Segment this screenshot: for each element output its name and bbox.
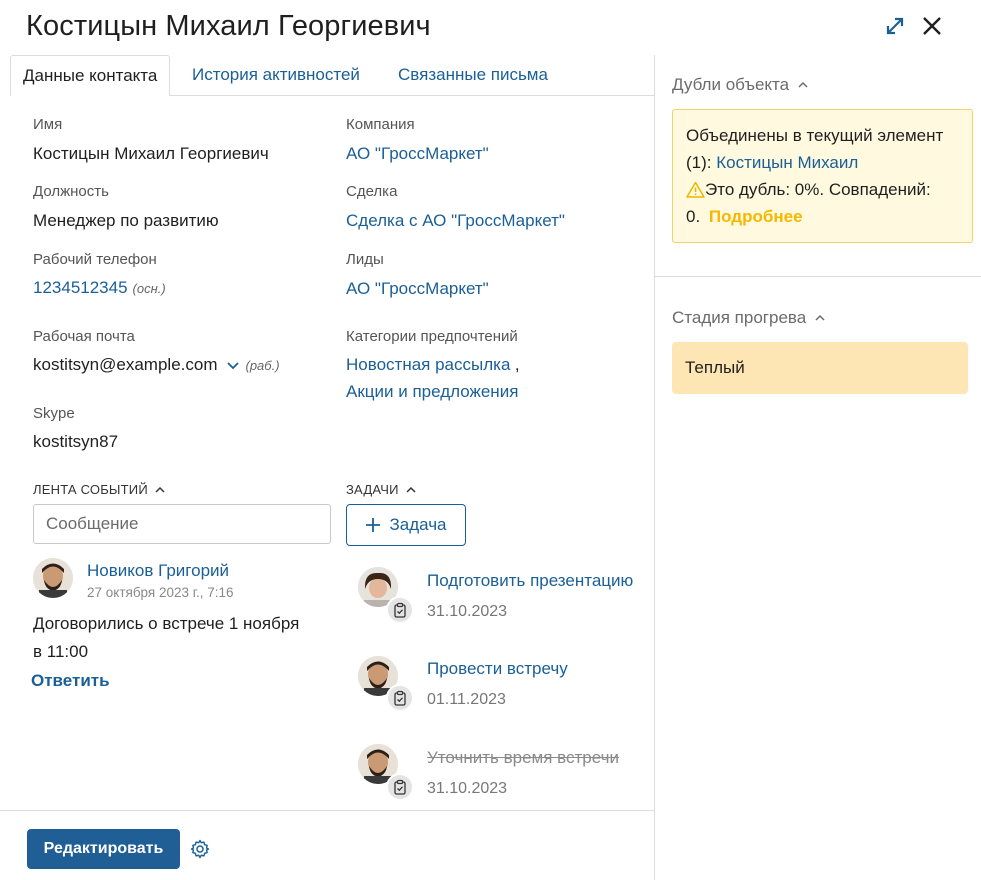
reply-link[interactable]: Ответить [31,671,110,691]
stage-header-label: Стадия прогрева [672,308,807,327]
add-task-label: Задача [389,515,447,534]
name-value: Костицын Михаил Георгиевич [33,144,269,163]
expand-icon[interactable] [881,12,909,40]
add-task-button[interactable]: Задача [346,504,466,546]
more-link[interactable]: Подробнее [709,207,803,226]
avatar[interactable] [33,558,73,598]
duplicates-box: Объединены в текущий элемент (1): Костиц… [672,109,973,243]
preference-newsletter-link[interactable]: Новостная рассылка [346,355,510,374]
merged-contact-link[interactable]: Костицын Михаил [716,153,858,172]
post-author-link[interactable]: Новиков Григорий [87,561,229,581]
clipboard-check-icon [386,596,414,624]
work-phone-row: 1234512345 (осн.) [33,278,166,298]
leads-link[interactable]: АО "ГроссМаркет" [346,279,489,299]
clipboard-check-icon [386,773,414,801]
skype-label: Skype [33,405,75,422]
merged-line: Объединены в текущий элемент [686,126,944,145]
stage-header[interactable]: Стадия прогрева [672,308,826,328]
post-text-line-2: в 11:00 [33,642,89,661]
work-phone-link[interactable]: 1234512345 [33,278,128,298]
tab-related-emails[interactable]: Связанные письма [386,55,560,96]
feed-header[interactable]: ЛЕНТА СОБЫТИЙ [33,482,166,497]
preferences-label: Категории предпочтений [346,328,518,345]
tab-activity-history[interactable]: История активностей [180,55,372,96]
deal-label: Сделка [346,183,398,200]
preferences-row-1: Новостная рассылка , [346,355,520,375]
clipboard-check-icon [386,684,414,712]
phone-type-tag: (осн.) [132,281,166,296]
leads-label: Лиды [346,251,384,268]
task-title-link[interactable]: Провести встречу [427,659,568,679]
feed-header-label: ЛЕНТА СОБЫТИЙ [33,482,148,497]
duplicate-warning-row: Это дубль: 0%. Совпадений: [686,176,959,203]
task-title-link[interactable]: Подготовить презентацию [427,571,633,591]
work-email-label: Рабочая почта [33,328,135,345]
deal-link[interactable]: Сделка с АО "ГроссМаркет" [346,211,565,231]
footer-divider [0,810,654,811]
matches-row: 0. Подробнее [686,203,959,230]
tasks-header-label: ЗАДАЧИ [346,482,399,497]
task-title-link-done[interactable]: Уточнить время встречи [427,748,619,768]
tasks-header[interactable]: ЗАДАЧИ [346,482,417,497]
chevron-down-icon[interactable] [226,358,240,372]
work-phone-label: Рабочий телефон [33,251,157,268]
panel-divider [654,55,655,880]
email-type-tag: (раб.) [245,357,280,373]
stage-value[interactable]: Теплый [672,342,968,394]
chevron-up-icon [815,314,825,321]
duplicate-warning-text: Это дубль: 0%. Совпадений: [705,180,931,199]
name-label: Имя [33,116,63,133]
preference-promotions-link[interactable]: Акции и предложения [346,382,518,402]
page-title: Костицын Михаил Георгиевич [26,10,431,42]
post-date: 27 октября 2023 г., 7:16 [87,585,234,600]
position-label: Должность [33,183,109,200]
chevron-up-icon [406,486,416,493]
task-date: 31.10.2023 [427,603,508,620]
edit-button[interactable]: Редактировать [27,829,180,869]
task-date: 31.10.2023 [427,780,508,797]
matches-count: 0. [686,207,701,226]
company-link[interactable]: АО "ГроссМаркет" [346,144,489,164]
post-text-line-1: Договорились о встрече 1 ноября [33,614,300,633]
duplicates-header-label: Дубли объекта [672,75,790,94]
chevron-up-icon [798,81,808,88]
tab-contact-data[interactable]: Данные контакта [10,55,171,96]
plus-icon [366,518,381,532]
duplicates-header[interactable]: Дубли объекта [672,75,809,95]
gear-icon[interactable] [189,838,211,860]
position-value: Менеджер по развитию [33,211,219,230]
skype-value: kostitsyn87 [33,432,119,451]
merged-count-row: (1): Костицын Михаил [686,149,959,176]
merged-count: (1): [686,153,717,172]
message-input[interactable] [33,504,331,544]
preference-separator: , [514,355,520,374]
company-label: Компания [346,116,415,133]
chevron-up-icon [155,486,165,493]
warning-triangle-icon [686,181,705,198]
work-email-row: kostitsyn@example.com (раб.) [33,355,280,375]
work-email-value: kostitsyn@example.com [33,355,218,374]
task-date: 01.11.2023 [427,691,506,708]
close-icon[interactable] [918,12,946,40]
right-divider [655,276,981,277]
